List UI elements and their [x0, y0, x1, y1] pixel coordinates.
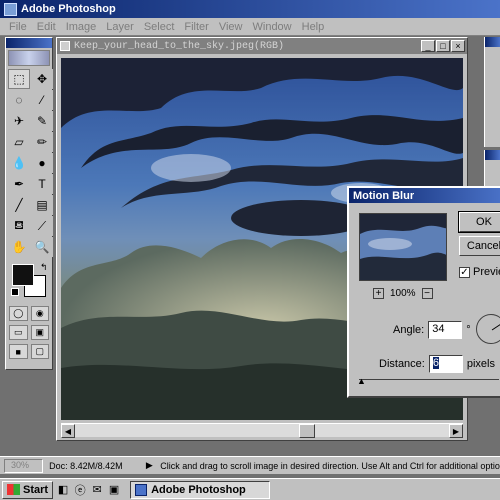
swap-colors-icon[interactable]: ↰: [40, 262, 48, 273]
distance-value: 6: [432, 357, 439, 369]
app-title-bar: Adobe Photoshop: [0, 0, 500, 18]
standard-mode-icon[interactable]: ◯: [9, 306, 28, 321]
quick-mask-mode-icon[interactable]: ◉: [30, 306, 49, 321]
pen-tool-icon[interactable]: ✒: [8, 174, 30, 194]
eraser-tool-icon[interactable]: ▱: [8, 132, 30, 152]
distance-label: Distance:: [379, 358, 425, 370]
distance-unit: pixels: [466, 358, 495, 370]
menu-bar: File Edit Image Layer Select Filter View…: [0, 18, 500, 36]
angle-input[interactable]: 34: [428, 321, 463, 339]
scroll-right-icon[interactable]: ▶: [449, 424, 463, 438]
angle-label: Angle:: [393, 324, 425, 336]
toolbox-palette: ⬚ ✥ ◌ ⁄ ✈ ✎ ▱ ✏ 💧 ● ✒ T ╱ ▤ ⛾ ⟋ ✋ 🔍 ↰ ◯: [5, 37, 53, 370]
magic-wand-tool-icon[interactable]: ⁄: [31, 90, 53, 110]
maximize-button[interactable]: □: [436, 40, 450, 52]
close-button[interactable]: ×: [451, 40, 465, 52]
distance-slider-track[interactable]: [359, 379, 499, 380]
show-desktop-icon[interactable]: ◧: [56, 483, 70, 497]
hand-tool-icon[interactable]: ✋: [8, 237, 30, 257]
angle-unit: °: [466, 324, 471, 336]
zoom-tool-icon[interactable]: 🔍: [31, 237, 53, 257]
status-bar: 30% Doc: 8.42M/8.42M ▶ Click and drag to…: [0, 456, 500, 474]
burn-tool-icon[interactable]: ●: [31, 153, 53, 173]
blur-tool-icon[interactable]: 💧: [8, 153, 30, 173]
menu-edit[interactable]: Edit: [32, 21, 61, 33]
gradient-tool-icon[interactable]: ▤: [31, 195, 53, 215]
airbrush-tool-icon[interactable]: ✈: [8, 111, 30, 131]
ok-button[interactable]: OK: [458, 211, 500, 233]
pencil-tool-icon[interactable]: ✏: [31, 132, 53, 152]
photoshop-task-icon: [135, 483, 148, 496]
preview-checkbox[interactable]: ✓: [459, 266, 470, 278]
photoshop-logo: [8, 50, 50, 66]
preview-zoom-level: 100%: [390, 288, 416, 299]
internet-explorer-icon[interactable]: ⓔ: [73, 483, 87, 497]
start-button[interactable]: Start: [2, 480, 54, 499]
menu-window[interactable]: Window: [248, 21, 297, 33]
paint-bucket-tool-icon[interactable]: ⛾: [8, 216, 30, 236]
color-swatches: ↰: [8, 262, 50, 300]
distance-input[interactable]: 6: [428, 355, 463, 373]
dialog-title[interactable]: Motion Blur: [349, 188, 500, 203]
angle-dial-line-icon: [491, 324, 500, 331]
app-title: Adobe Photoshop: [21, 3, 116, 15]
toolbox-title-bar[interactable]: [6, 38, 52, 48]
menu-select[interactable]: Select: [139, 21, 180, 33]
filter-preview[interactable]: [359, 213, 447, 281]
document-title-bar[interactable]: Keep_your_head_to_the_sky.jpeg(RGB) _ □ …: [57, 38, 467, 54]
windows-logo-icon: [7, 484, 20, 495]
foreground-color-swatch[interactable]: [12, 264, 34, 286]
task-label: Adobe Photoshop: [151, 483, 246, 496]
zoom-out-button[interactable]: −: [421, 288, 433, 299]
menu-layer[interactable]: Layer: [101, 21, 139, 33]
paintbrush-tool-icon[interactable]: ✎: [31, 111, 53, 131]
menu-help[interactable]: Help: [297, 21, 330, 33]
document-icon: [60, 41, 70, 51]
document-title: Keep_your_head_to_the_sky.jpeg(RGB): [74, 40, 285, 52]
taskbar: Start ◧ ⓔ ✉ ▣ Adobe Photoshop: [0, 478, 500, 500]
line-tool-icon[interactable]: ╱: [8, 195, 30, 215]
move-tool-icon[interactable]: ✥: [31, 69, 53, 89]
zoom-in-button[interactable]: +: [373, 288, 384, 299]
start-label: Start: [23, 483, 49, 496]
distance-slider-thumb-icon[interactable]: ▲: [357, 376, 366, 386]
photoshop-app-icon: [4, 2, 17, 16]
menu-file[interactable]: File: [4, 21, 32, 33]
menu-filter[interactable]: Filter: [179, 21, 213, 33]
eyedropper-tool-icon[interactable]: ⟋: [31, 216, 53, 236]
menu-view[interactable]: View: [214, 21, 248, 33]
scroll-left-icon[interactable]: ◀: [61, 424, 75, 438]
horizontal-scrollbar[interactable]: ◀ ▶: [61, 423, 463, 438]
navigator-palette: [484, 37, 500, 147]
full-screen-menubar-mode-icon[interactable]: ▣: [30, 325, 49, 340]
lasso-tool-icon[interactable]: ◌: [8, 90, 30, 110]
channels-icon[interactable]: ▣: [107, 483, 121, 497]
taskbar-photoshop-button[interactable]: Adobe Photoshop: [130, 480, 271, 499]
preview-image: [360, 214, 446, 280]
scroll-thumb[interactable]: [299, 424, 315, 438]
color-palette-title-bar[interactable]: [485, 150, 500, 160]
marquee-tool-icon[interactable]: ⬚: [8, 69, 30, 89]
status-message: Click and drag to scroll image in desire…: [160, 460, 500, 471]
navigator-title-bar[interactable]: [485, 37, 500, 47]
standard-screen-mode-icon[interactable]: ▭: [9, 325, 28, 340]
status-menu-arrow-icon[interactable]: ▶: [145, 460, 155, 471]
document-size[interactable]: Doc: 8.42M/8.42M: [49, 461, 144, 471]
preview-label: Preview: [473, 266, 500, 278]
cancel-button[interactable]: Cancel: [459, 236, 500, 256]
angle-dial[interactable]: [476, 314, 500, 344]
menu-image[interactable]: Image: [61, 21, 102, 33]
default-colors-icon[interactable]: [11, 288, 19, 296]
motion-blur-dialog: Motion Blur + 100% − OK Cancel ✓ Preview…: [347, 186, 500, 398]
full-screen-mode-icon[interactable]: ■: [9, 344, 28, 359]
jump-to-imageready-icon[interactable]: ▢: [30, 344, 49, 359]
type-tool-icon[interactable]: T: [31, 174, 53, 194]
outlook-express-icon[interactable]: ✉: [90, 483, 104, 497]
screen: Adobe Photoshop File Edit Image Layer Se…: [0, 0, 500, 500]
minimize-button[interactable]: _: [421, 40, 435, 52]
zoom-level-field[interactable]: 30%: [4, 458, 44, 473]
